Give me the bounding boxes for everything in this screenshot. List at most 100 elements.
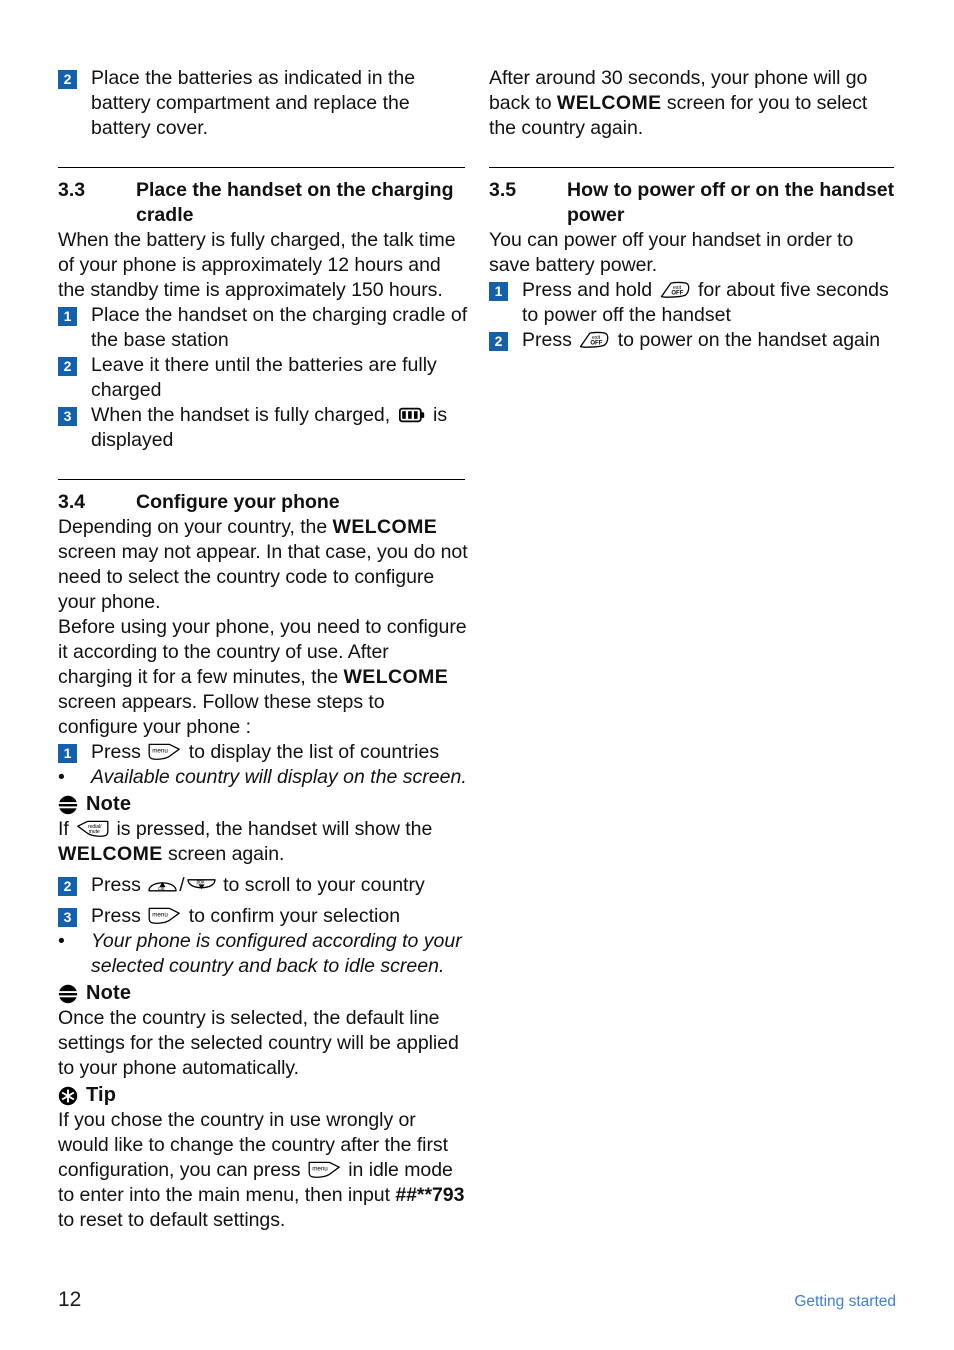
step-text-after: to scroll to your country bbox=[223, 874, 425, 896]
list-item-bullet: • Your phone is configured according to … bbox=[58, 929, 468, 979]
list-item: 3 When the handset is fully charged, is … bbox=[58, 403, 468, 453]
note-icon bbox=[58, 795, 78, 815]
tip-icon bbox=[58, 1086, 78, 1106]
svg-text:menu: menu bbox=[152, 748, 168, 755]
right-column: After around 30 seconds, your phone will… bbox=[489, 66, 899, 353]
section-divider bbox=[489, 167, 894, 168]
menu-softkey-icon: menu bbox=[308, 1160, 341, 1180]
list-item: 3 Press menu to confirm your selection bbox=[58, 904, 468, 929]
menu-softkey-icon: menu bbox=[148, 906, 181, 926]
list-item: 1 Press menu to display the list of coun… bbox=[58, 740, 468, 765]
step-badge: 1 bbox=[58, 307, 77, 326]
note-label: Note bbox=[86, 982, 132, 1004]
step-text: Place the batteries as indicated in the … bbox=[91, 67, 416, 139]
step-text: When the handset is fully charged, is di… bbox=[91, 403, 468, 453]
step-text-before: Press and hold bbox=[522, 279, 653, 301]
left-column: 2 Place the batteries as indicated in th… bbox=[58, 66, 468, 1233]
section-heading-35: 3.5 How to power off or on the handset p… bbox=[489, 178, 899, 228]
step-text: Press menu to confirm your selection bbox=[91, 904, 468, 929]
section-divider bbox=[58, 167, 465, 168]
section-heading-33: 3.3 Place the handset on the charging cr… bbox=[58, 178, 468, 228]
step-text-before: Press bbox=[91, 741, 141, 763]
svg-text:mute: mute bbox=[89, 829, 100, 835]
step-text: Press and hold exit OFF for about five s… bbox=[522, 278, 899, 328]
svg-text:menu: menu bbox=[152, 912, 168, 919]
key-separator: / bbox=[179, 874, 185, 896]
svg-text:OFF: OFF bbox=[671, 291, 683, 297]
step-badge: 2 bbox=[58, 877, 77, 896]
redial-mute-key-icon: redial/ mute bbox=[76, 819, 109, 839]
note-label: Note bbox=[86, 793, 132, 815]
bullet-text: Available country will display on the sc… bbox=[91, 766, 467, 788]
step-text: Press menu to display the list of countr… bbox=[91, 740, 468, 765]
page-footer: 12 Getting started bbox=[58, 1288, 896, 1312]
continuation-paragraph: After around 30 seconds, your phone will… bbox=[489, 66, 899, 141]
step-badge: 1 bbox=[58, 744, 77, 763]
battery-full-icon bbox=[398, 407, 425, 423]
list-item-bullet: • Available country will display on the … bbox=[58, 765, 468, 790]
welcome-label: WELCOME bbox=[343, 666, 449, 688]
para1-a: Depending on your country, the bbox=[58, 516, 333, 538]
step-text-before: Press bbox=[91, 874, 141, 896]
tip-text: If you chose the country in use wrongly … bbox=[58, 1108, 468, 1233]
section-34-para1: Depending on your country, the WELCOME s… bbox=[58, 515, 468, 615]
menu-softkey-icon: menu bbox=[148, 742, 181, 762]
para2-b: screen appears. Follow these steps to co… bbox=[58, 691, 385, 738]
running-head: Getting started bbox=[794, 1293, 896, 1310]
welcome-label: WELCOME bbox=[58, 843, 163, 865]
note-callout: Note bbox=[58, 792, 468, 817]
bullet-dot: • bbox=[58, 930, 65, 952]
step-text-before: Press bbox=[91, 905, 141, 927]
step-badge: 2 bbox=[489, 332, 508, 351]
step-badge: 2 bbox=[58, 70, 77, 89]
section-number: 3.5 bbox=[489, 179, 517, 201]
section-33-intro: When the battery is fully charged, the t… bbox=[58, 229, 456, 301]
svg-text:OFF: OFF bbox=[591, 341, 603, 347]
step-text-after: to display the list of countries bbox=[188, 741, 440, 763]
section-title: Configure your phone bbox=[136, 491, 340, 513]
tip-text-c: to reset to default settings. bbox=[58, 1209, 286, 1231]
section-number: 3.3 bbox=[58, 179, 86, 201]
note-2-text: Once the country is selected, the defaul… bbox=[58, 1007, 459, 1079]
welcome-label: WELCOME bbox=[556, 92, 662, 114]
step-text: Press cid / pbk to scroll to your countr… bbox=[91, 873, 468, 898]
manual-page: 2 Place the batteries as indicated in th… bbox=[0, 0, 954, 1350]
step-text-after: to confirm your selection bbox=[188, 905, 401, 927]
section-34-para2: Before using your phone, you need to con… bbox=[58, 615, 468, 740]
list-item: 1 Press and hold exit OFF for about five… bbox=[489, 278, 899, 328]
section-title: Place the handset on the charging cradle bbox=[136, 179, 454, 226]
nav-down-pbk-key-icon: pbk bbox=[186, 875, 217, 895]
section-35-intro: You can power off your handset in order … bbox=[489, 229, 854, 276]
list-item: 2 Press exit OFF to power on the handset… bbox=[489, 328, 899, 353]
section-divider bbox=[58, 479, 465, 480]
note-text-mid: is pressed, the handset will show the bbox=[116, 818, 433, 840]
exit-off-key-icon: exit OFF bbox=[660, 280, 691, 300]
note-text-after: screen again. bbox=[162, 843, 285, 865]
list-item: 2 Press cid / pbk to scroll to your coun bbox=[58, 873, 468, 898]
welcome-label: WELCOME bbox=[332, 516, 438, 538]
note-callout: Note bbox=[58, 981, 468, 1006]
nav-up-cid-key-icon: cid bbox=[147, 875, 178, 895]
step-text: Place the handset on the charging cradle… bbox=[91, 304, 468, 351]
step-badge: 2 bbox=[58, 357, 77, 376]
note-icon bbox=[58, 984, 78, 1004]
step-text-before: When the handset is fully charged, bbox=[91, 404, 391, 426]
reset-code: ##**793 bbox=[395, 1184, 465, 1206]
step-text-after: to power on the handset again bbox=[617, 329, 881, 351]
step-text: Press exit OFF to power on the handset a… bbox=[522, 328, 899, 353]
note-text-before: If bbox=[58, 818, 69, 840]
bullet-dot: • bbox=[58, 766, 65, 788]
list-item: 2 Leave it there until the batteries are… bbox=[58, 353, 468, 403]
list-item: 1 Place the handset on the charging crad… bbox=[58, 303, 468, 353]
step-badge: 3 bbox=[58, 908, 77, 927]
svg-text:cid: cid bbox=[158, 886, 165, 892]
tip-label: Tip bbox=[86, 1084, 117, 1106]
para1-b: screen may not appear. In that case, you… bbox=[58, 541, 468, 613]
step-text: Leave it there until the batteries are f… bbox=[91, 354, 437, 401]
section-number: 3.4 bbox=[58, 491, 86, 513]
tip-callout: Tip bbox=[58, 1083, 468, 1108]
svg-text:menu: menu bbox=[312, 1166, 328, 1173]
note-1-text: If redial/ mute is pressed, the handset … bbox=[58, 817, 468, 867]
page-number: 12 bbox=[58, 1288, 82, 1311]
exit-off-key-icon: exit OFF bbox=[579, 330, 610, 350]
